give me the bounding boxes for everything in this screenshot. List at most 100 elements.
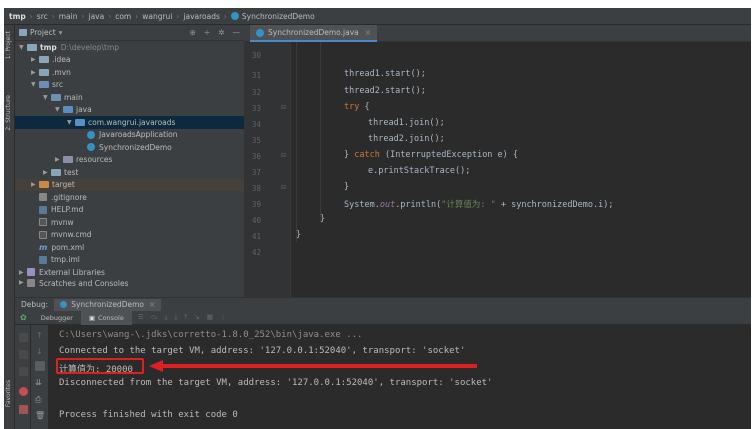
hide-icon[interactable]: — — [233, 28, 241, 37]
folder-icon — [39, 56, 49, 64]
tree-item-target[interactable]: ▶ target — [15, 178, 244, 191]
console-output[interactable]: C:\Users\wang-\.jdks\corretto-1.8.0_252\… — [49, 325, 751, 429]
tree-item-javaroads-application[interactable]: JavaroadsApplication — [15, 129, 244, 142]
tree-item-label: mvnw — [51, 217, 74, 227]
package-icon — [75, 118, 85, 126]
module-file-icon — [39, 255, 47, 264]
breadcrumb: tmp › src › main › java › com › wangrui › java… — [4, 8, 751, 25]
fold-icon[interactable]: ⊟ — [281, 184, 286, 191]
tree-item-synchronized-demo[interactable]: SynchronizedDemo — [15, 141, 244, 154]
chevron-down-icon[interactable]: ▾ — [59, 28, 63, 37]
chevron-right-icon[interactable]: ▶ — [55, 156, 63, 163]
breadcrumb-item[interactable]: java — [88, 12, 104, 21]
tab-debugger[interactable]: Debugger — [33, 311, 81, 325]
clear-icon[interactable]: 🗑 — [35, 411, 45, 420]
tree-item-pom-xml[interactable]: m pom.xml — [15, 241, 244, 254]
code-line: thread1.join(); — [368, 118, 445, 128]
stop-icon[interactable] — [19, 367, 28, 376]
chevron-down-icon[interactable]: ▼ — [43, 94, 51, 101]
tree-item-label: .mvn — [52, 67, 71, 77]
tool-tab-structure[interactable]: 2: Structure — [5, 95, 12, 131]
chevron-right-icon[interactable]: ▶ — [43, 169, 51, 176]
tool-tab-project[interactable]: 1: Project — [5, 31, 12, 59]
step-over-icon[interactable]: ⤼ — [151, 313, 158, 322]
chevron-right-icon[interactable]: ▶ — [31, 181, 39, 188]
class-icon — [60, 301, 68, 308]
console-icon: ▣ — [88, 313, 96, 322]
debug-bug-icon: ✿ — [20, 313, 27, 322]
script-file-icon — [39, 230, 47, 239]
code-editor[interactable]: thread1.start(); thread2.start(); try { … — [291, 42, 751, 297]
tree-item-test[interactable]: ▶ test — [15, 166, 244, 179]
close-icon[interactable]: × — [365, 28, 371, 37]
tree-item-mvn[interactable]: ▶ .mvn — [15, 66, 244, 79]
tree-item-package[interactable]: ▼ com.wangrui.javaroads — [15, 116, 244, 129]
class-icon — [87, 130, 95, 139]
chevron-right-icon[interactable]: ▶ — [19, 279, 27, 286]
debug-step-actions: ☰ ⤼ ⤓ ⤓ ⤒ ↘ ▦ ⋮ — [138, 313, 227, 322]
print-icon[interactable]: ⎙ — [35, 395, 41, 405]
chevron-down-icon[interactable]: ▼ — [31, 81, 39, 88]
code-line: } — [320, 214, 326, 224]
run-to-cursor-icon[interactable]: ↘ — [194, 313, 199, 322]
resume-icon[interactable] — [19, 333, 28, 342]
breadcrumb-item[interactable]: main — [59, 12, 78, 21]
locate-icon[interactable]: ⊕ — [190, 28, 196, 37]
tab-console[interactable]: ▣ Console — [80, 310, 132, 325]
step-into-icon[interactable]: ⤓ — [165, 313, 168, 322]
tree-item-mvnw-cmd[interactable]: mvnw.cmd — [15, 229, 244, 242]
tab-synchronized-demo[interactable]: SynchronizedDemo.java × — [250, 25, 378, 42]
tree-item-label: test — [64, 167, 79, 177]
pause-icon[interactable] — [19, 350, 28, 359]
tree-item-tmp-iml[interactable]: tmp.iml — [15, 254, 244, 267]
project-view-dropdown[interactable]: Project — [30, 28, 56, 37]
breadcrumb-item[interactable]: javaroads — [183, 12, 220, 21]
tree-item-help-md[interactable]: HELP.md — [15, 204, 244, 217]
chevron-right-icon[interactable]: ▶ — [31, 56, 39, 63]
breadcrumb-item[interactable]: SynchronizedDemo — [242, 12, 315, 21]
collapse-icon[interactable]: ÷ — [204, 28, 210, 37]
breadcrumb-item[interactable]: src — [37, 12, 48, 21]
chevron-down-icon[interactable]: ▼ — [55, 106, 63, 113]
code-line: thread2.join(); — [368, 134, 445, 144]
mute-breakpoints-icon[interactable] — [19, 405, 28, 414]
class-icon — [87, 143, 95, 152]
tree-item-tmp[interactable]: ▼ tmp D:\develop\tmp — [15, 41, 244, 54]
close-icon[interactable]: × — [149, 300, 155, 309]
tree-item-resources[interactable]: ▶ resources — [15, 154, 244, 167]
list-icon[interactable]: ☰ — [138, 313, 144, 322]
fold-icon[interactable]: ⊟ — [281, 104, 286, 111]
tree-item-label: SynchronizedDemo — [99, 142, 172, 152]
chevron-right-icon[interactable]: ▶ — [19, 269, 27, 276]
tree-item-mvnw[interactable]: mvnw — [15, 216, 244, 229]
chevron-right-icon[interactable]: ▶ — [31, 69, 39, 76]
tree-item-java[interactable]: ▼ java — [15, 104, 244, 117]
force-step-into-icon[interactable]: ⤓ — [175, 313, 178, 322]
more-icon[interactable]: ⋮ — [220, 313, 227, 322]
indent-guide — [320, 42, 321, 222]
tree-item-external-libraries[interactable]: ▶ External Libraries — [15, 266, 244, 279]
tree-item-idea[interactable]: ▶ .idea — [15, 54, 244, 67]
gear-icon[interactable]: ✲ — [218, 28, 224, 37]
tree-item-label: .gitignore — [51, 192, 87, 202]
chevron-down-icon[interactable]: ▼ — [67, 119, 75, 126]
tree-item-label: HELP.md — [51, 205, 84, 215]
tree-item-gitignore[interactable]: .gitignore — [15, 191, 244, 204]
breadcrumb-item[interactable]: com — [115, 12, 131, 21]
fold-icon[interactable]: ⊟ — [281, 152, 286, 159]
breadcrumb-item[interactable]: wangrui — [142, 12, 172, 21]
tool-tab-favorites[interactable]: Favorites — [5, 380, 12, 407]
breakpoints-icon[interactable] — [19, 387, 28, 396]
tree-item-main[interactable]: ▼ main — [15, 91, 244, 104]
tree-item-scratches[interactable]: ▶ Scratches and Consoles — [15, 278, 244, 287]
down-arrow-icon[interactable]: ↓ — [36, 347, 43, 356]
tree-item-src[interactable]: ▼ src — [15, 79, 244, 92]
chevron-down-icon[interactable]: ▼ — [19, 44, 27, 51]
soft-wrap-icon[interactable] — [35, 361, 45, 371]
evaluate-icon[interactable]: ▦ — [207, 313, 213, 322]
scroll-to-end-icon[interactable]: ⇊ — [35, 378, 42, 387]
up-arrow-icon[interactable]: ↑ — [36, 331, 43, 340]
debug-session-tab[interactable]: SynchronizedDemo × — [54, 298, 162, 311]
step-out-icon[interactable]: ⤒ — [184, 313, 187, 322]
breadcrumb-item[interactable]: tmp — [9, 12, 26, 21]
